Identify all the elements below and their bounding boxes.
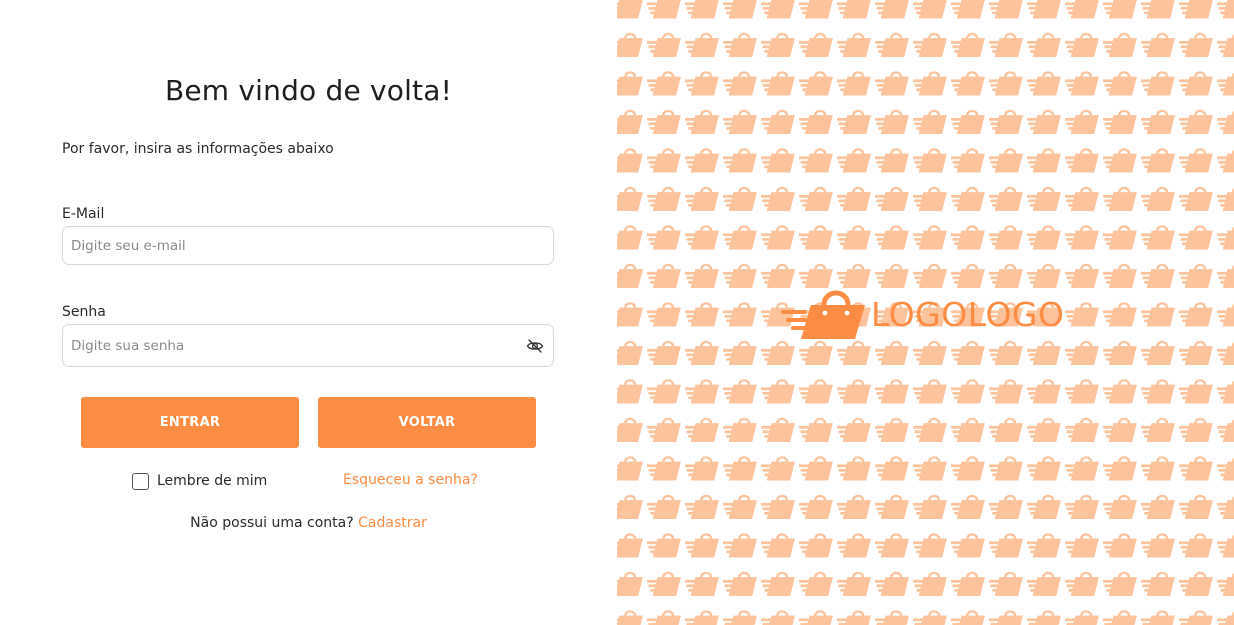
forgot-password-link[interactable]: Esqueceu a senha? — [343, 472, 478, 488]
brand-panel: LOGOLOGO — [617, 0, 1234, 625]
brand-logo-text: LOGOLOGO — [871, 294, 1065, 334]
login-form-panel: Bem vindo de volta! Por favor, insira as… — [0, 0, 617, 625]
remember-me-checkbox[interactable] — [132, 472, 149, 490]
signup-prompt-line: Não possui uma conta? Cadastrar — [0, 515, 617, 531]
login-page: Bem vindo de volta! Por favor, insira as… — [0, 0, 1234, 625]
page-title: Bem vindo de volta! — [164, 74, 453, 107]
eye-off-icon[interactable] — [526, 337, 544, 355]
email-field-wrapper — [62, 226, 554, 265]
email-label: E-Mail — [62, 206, 105, 222]
page-subtitle: Por favor, insira as informações abaixo — [62, 141, 334, 157]
shopping-bag-icon — [781, 290, 865, 339]
signup-prompt: Não possui uma conta? — [190, 515, 354, 531]
back-button[interactable]: VOLTAR — [318, 397, 536, 448]
enter-button[interactable]: ENTRAR — [81, 397, 299, 448]
password-label: Senha — [62, 304, 106, 320]
brand-logo: LOGOLOGO — [777, 285, 1064, 341]
password-field[interactable] — [71, 325, 511, 366]
signup-link[interactable]: Cadastrar — [358, 515, 427, 531]
email-field[interactable] — [71, 227, 511, 264]
remember-me-label: Lembre de mim — [157, 473, 268, 489]
remember-me-toggle[interactable]: Lembre de mim — [132, 470, 267, 492]
password-field-wrapper — [62, 324, 554, 367]
